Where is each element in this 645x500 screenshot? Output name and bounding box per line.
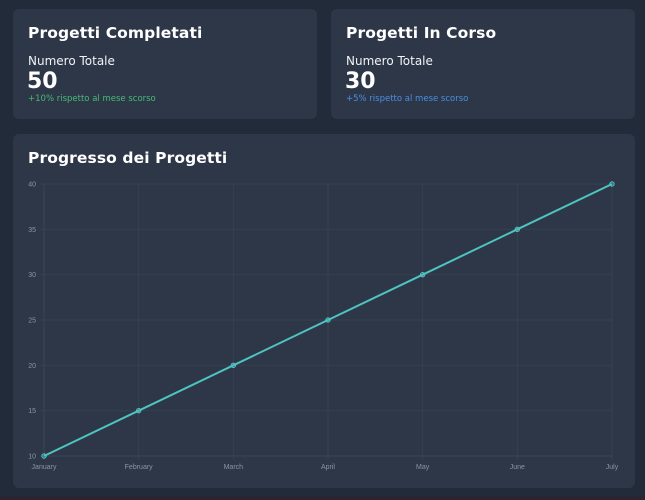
y-tick-label: 20 xyxy=(28,363,36,370)
x-tick-label: February xyxy=(125,464,154,471)
in-progress-projects-title: Progetti In Corso xyxy=(346,24,497,42)
y-tick-label: 25 xyxy=(28,318,36,325)
data-point xyxy=(419,271,426,278)
data-point xyxy=(514,226,521,233)
data-point xyxy=(41,453,47,459)
completed-total-value: 50 xyxy=(27,69,58,94)
x-tick-label: April xyxy=(321,464,335,471)
y-tick-label: 10 xyxy=(28,454,36,461)
completed-total-label: Numero Totale xyxy=(28,54,115,68)
in-progress-total-label: Numero Totale xyxy=(346,54,433,68)
data-point xyxy=(135,407,142,414)
line-chart: 10 15 20 25 30 35 40 January February March April M… xyxy=(28,181,619,471)
in-progress-projects-card: Progetti In Corso Numero Totale 30 +5% r… xyxy=(331,9,635,119)
completed-projects-title: Progetti Completati xyxy=(28,24,203,42)
completed-change-text: +10% rispetto al mese scorso xyxy=(28,94,156,104)
y-tick-label: 15 xyxy=(28,408,36,415)
in-progress-change-text: +5% rispetto al mese scorso xyxy=(346,94,469,104)
completed-projects-card: Progetti Completati Numero Totale 50 +10… xyxy=(13,9,317,119)
data-point xyxy=(609,181,615,187)
x-tick-label: May xyxy=(416,464,430,471)
bottom-edge-strip xyxy=(0,496,645,500)
y-tick-label: 35 xyxy=(28,227,36,234)
x-tick-label: July xyxy=(606,464,619,471)
y-tick-label: 40 xyxy=(28,182,36,189)
x-tick-label: January xyxy=(32,464,57,471)
data-point xyxy=(230,362,237,369)
data-point xyxy=(325,317,331,323)
project-progress-chart-card: Progresso dei Progetti 10 15 20 25 30 35 40 Jan… xyxy=(13,134,635,488)
x-tick-label: March xyxy=(224,464,244,471)
x-tick-label: June xyxy=(510,464,525,471)
y-tick-label: 30 xyxy=(28,272,36,279)
in-progress-total-value: 30 xyxy=(345,69,376,94)
